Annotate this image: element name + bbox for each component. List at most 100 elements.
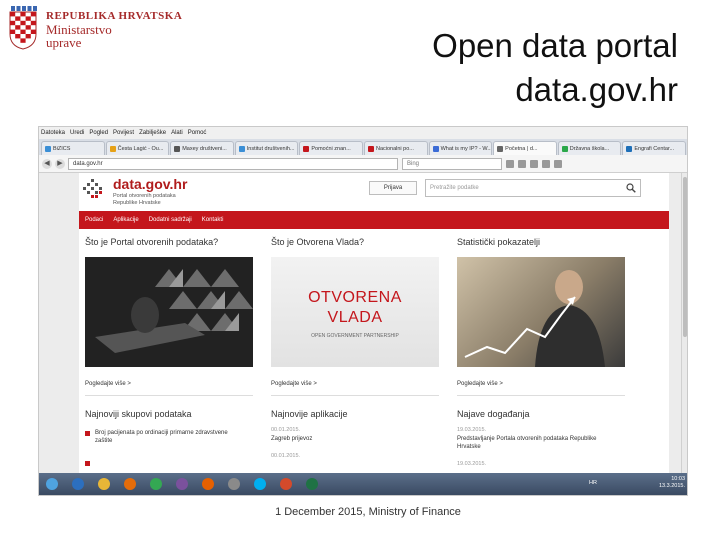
divider	[457, 395, 625, 396]
login-label: Prijava	[383, 185, 403, 191]
site-subtitle-line1: Portal otvorenih podataka	[113, 193, 176, 199]
event-item-link[interactable]: Predstavljanje Portala otvorenih podatak…	[457, 435, 617, 451]
skype-glyph	[254, 478, 266, 490]
more-link-portal[interactable]: Pogledajte više >	[85, 381, 131, 387]
browser-tab[interactable]: BiZICS	[41, 141, 105, 155]
login-button[interactable]: Prijava	[369, 181, 417, 195]
browser-screenshot: Datoteka Uredi Pogled Povijest Zabilješke Ala…	[38, 126, 688, 496]
browser-tab[interactable]: What is my IP? - W...	[428, 141, 493, 155]
tab-label: Engrafi Centar...	[634, 145, 675, 152]
browser-tab[interactable]: Pomoćni znan...	[299, 141, 363, 155]
tab-label: Nacionalni po...	[375, 145, 414, 152]
slide: REPUBLIKA HRVATSKA Ministarstvo uprave O…	[0, 0, 720, 540]
browser-viewport: data.gov.hr Portal otvorenih podataka Re…	[39, 173, 683, 475]
browser-tab[interactable]: Nacionalni po...	[363, 141, 428, 155]
browser-tab[interactable]: Maxey društveni...	[170, 141, 234, 155]
menu-item[interactable]: Pogled	[89, 130, 108, 136]
dataset-item-link[interactable]: Broj pacijenata po ordinaciji primarne z…	[95, 429, 245, 445]
vertical-scrollbar[interactable]	[681, 173, 687, 475]
browser-tab[interactable]: Engrafi Centar...	[622, 141, 686, 155]
system-clock[interactable]: 10:03 13.3.2015.	[659, 476, 685, 490]
paint-icon[interactable]	[275, 475, 297, 493]
divider	[85, 395, 253, 396]
menu-item[interactable]: Pomoć	[188, 130, 207, 136]
open-gov-title-line1: OTVORENA	[308, 289, 402, 306]
slide-title-line2: data.gov.hr	[515, 71, 678, 108]
folder-icon[interactable]	[93, 475, 115, 493]
open-gov-subtitle: OPEN GOVERNMENT PARTNERSHIP	[311, 333, 399, 339]
favicon-icon	[432, 145, 439, 152]
list-bullet-icon	[85, 431, 90, 436]
home-icon[interactable]	[542, 159, 550, 168]
excel-icon[interactable]	[301, 475, 323, 493]
app-item-link[interactable]: Zagreb prijevoz	[271, 435, 312, 443]
logo-ministry-name: uprave	[46, 35, 82, 50]
site-header: data.gov.hr Portal otvorenih podataka Re…	[79, 173, 669, 211]
slide-title: Open data portal data.gov.hr	[432, 24, 678, 112]
notes-icon[interactable]	[223, 475, 245, 493]
favicon-icon	[238, 145, 245, 152]
open-government-image[interactable]: OTVORENA VLADA OPEN GOVERNMENT PARTNERSH…	[271, 257, 439, 367]
chrome-icon[interactable]	[145, 475, 167, 493]
site-logo-icon	[83, 179, 102, 198]
address-bar[interactable]: data.gov.hr	[68, 157, 398, 170]
firefox-glyph	[202, 478, 214, 490]
paint-glyph	[280, 478, 292, 490]
browser-tab[interactable]: Početna | d...	[493, 141, 557, 155]
menu-item[interactable]: Datoteka	[41, 130, 65, 136]
menu-icon[interactable]	[554, 159, 562, 168]
menu-item[interactable]: Uredi	[70, 130, 84, 136]
col-heading-open-gov: Što je Otvorena Vlada?	[271, 237, 365, 247]
bookmarks-icon[interactable]	[518, 159, 526, 168]
event-date: 19.03.2015.	[457, 427, 487, 433]
star-icon[interactable]	[506, 159, 514, 168]
scrollbar-thumb[interactable]	[683, 177, 687, 337]
site-nav-item[interactable]: Podaci	[85, 217, 103, 223]
portal-image[interactable]	[85, 257, 253, 367]
explorer-glyph	[72, 478, 84, 490]
tab-label: Državna škola...	[569, 145, 610, 152]
browser-tab[interactable]: Česta Lagić - Ou...	[105, 141, 170, 155]
menu-item[interactable]: Povijest	[113, 130, 134, 136]
favicon-icon	[367, 145, 374, 152]
explorer-icon[interactable]	[67, 475, 89, 493]
viber-icon[interactable]	[171, 475, 193, 493]
media-player-icon[interactable]	[119, 475, 141, 493]
tab-label: Česta Lagić - Ou...	[117, 145, 164, 152]
section-heading-apps: Najnovije aplikacije	[271, 409, 348, 419]
input-language[interactable]: HR	[589, 480, 597, 486]
tab-label: What is my IP? - W...	[440, 145, 492, 152]
firefox-icon[interactable]	[197, 475, 219, 493]
site-nav-item[interactable]: Dodatni sadržaji	[149, 217, 192, 223]
favicon-icon	[561, 145, 568, 152]
event-date: 19.03.2015.	[457, 461, 487, 467]
browser-search-input[interactable]: Bing	[402, 157, 502, 170]
skype-icon[interactable]	[249, 475, 271, 493]
tab-label: Pomoćni znan...	[311, 145, 351, 152]
clock-time: 10:03	[671, 476, 685, 482]
clock-date: 13.3.2015.	[659, 483, 685, 489]
site-search-input[interactable]: Pretražite podatke	[425, 179, 641, 197]
more-link-open-gov[interactable]: Pogledajte više >	[271, 381, 317, 387]
windows-start-icon[interactable]	[41, 475, 63, 493]
back-icon[interactable]: ◀	[42, 158, 52, 169]
notes-glyph	[228, 478, 240, 490]
forward-icon[interactable]: ▶	[55, 158, 65, 169]
search-icon[interactable]	[626, 183, 636, 193]
statistics-image[interactable]	[457, 257, 625, 367]
site-nav-item[interactable]: Aplikacije	[113, 217, 138, 223]
site-nav-item[interactable]: Kontakti	[202, 217, 224, 223]
menu-item[interactable]: Alati	[171, 130, 183, 136]
more-link-stats[interactable]: Pogledajte više >	[457, 381, 503, 387]
col-heading-stats: Statistički pokazatelji	[457, 237, 541, 247]
tab-label: BiZICS	[53, 145, 71, 152]
site-nav: Podaci Aplikacije Dodatni sadržaji Kontakti	[79, 211, 669, 229]
browser-tab[interactable]: Institut društvenih...	[234, 141, 299, 155]
browser-tab[interactable]: Državna škola...	[557, 141, 622, 155]
download-icon[interactable]	[530, 159, 538, 168]
menu-item[interactable]: Zabilješke	[139, 130, 166, 136]
divider	[271, 395, 439, 396]
site-name[interactable]: data.gov.hr	[113, 176, 187, 192]
folder-glyph	[98, 478, 110, 490]
media-player-glyph	[124, 478, 136, 490]
